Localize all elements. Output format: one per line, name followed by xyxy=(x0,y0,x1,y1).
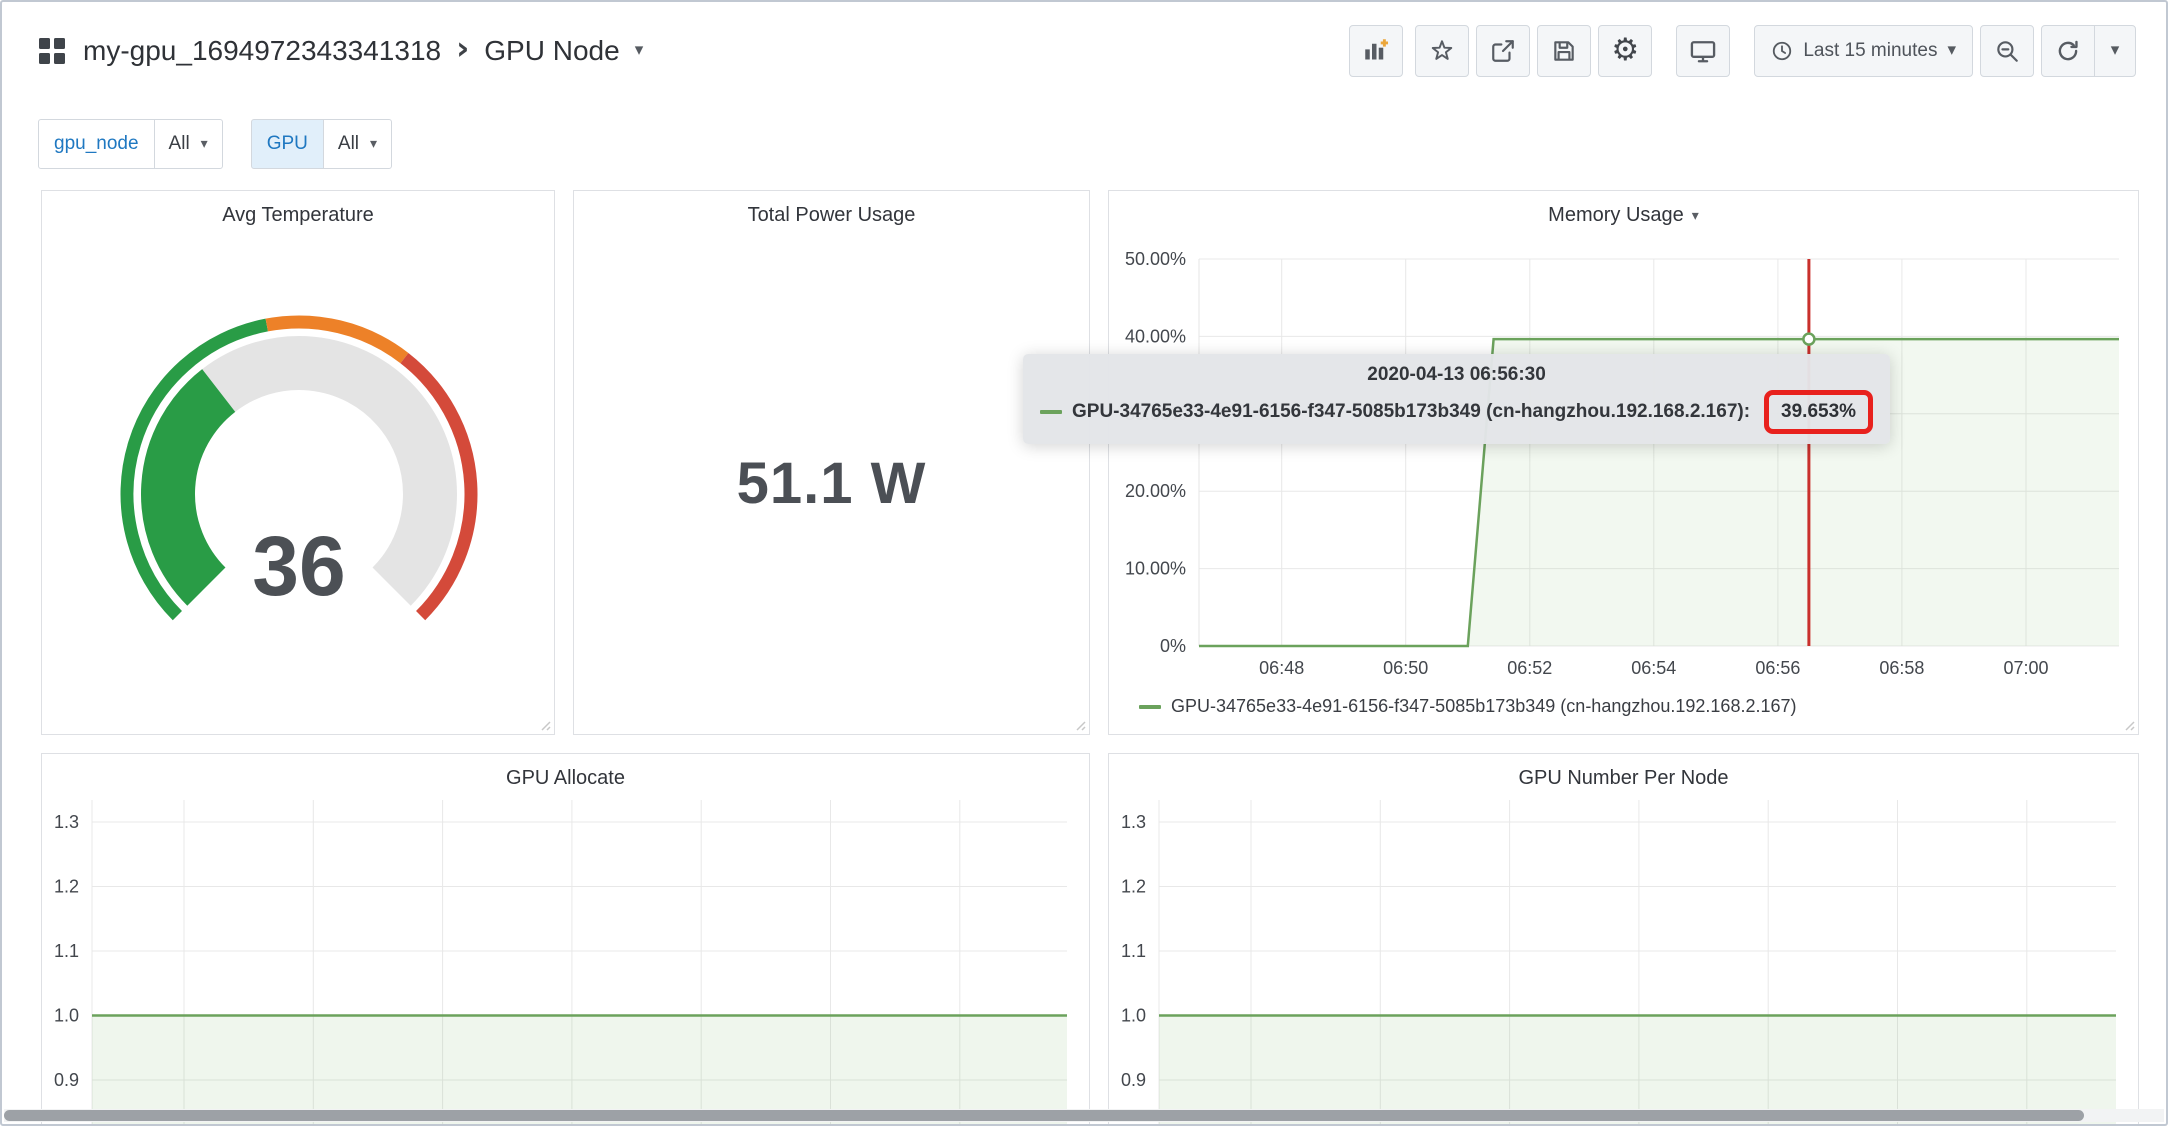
add-panel-icon xyxy=(1365,39,1388,60)
variable-label-gpu: GPU xyxy=(250,119,324,169)
svg-text:06:56: 06:56 xyxy=(1755,658,1800,678)
variable-gpu-node: gpu_node All ▾ xyxy=(38,119,223,169)
star-button[interactable] xyxy=(1415,24,1470,77)
monitor-icon xyxy=(1691,40,1716,62)
tv-mode-button[interactable] xyxy=(1676,24,1731,77)
panel-title-gpu-number-per-node[interactable]: GPU Number Per Node xyxy=(1109,767,2138,790)
svg-text:0.9: 0.9 xyxy=(1121,1070,1146,1090)
temperature-gauge: 36 xyxy=(120,315,478,621)
refresh-interval-dropdown[interactable]: ▾ xyxy=(2094,24,2136,77)
breadcrumb: my-gpu_1694972343341318 › GPU Node ▾ xyxy=(36,28,644,67)
highlight-annotation-box: 39.653% xyxy=(1764,390,1874,434)
time-range-label: Last 15 minutes xyxy=(1803,39,1938,61)
svg-text:1.0: 1.0 xyxy=(54,1006,79,1026)
dashboard-header: my-gpu_1694972343341318 › GPU Node ▾ ⚙ L… xyxy=(2,2,2166,99)
svg-text:1.1: 1.1 xyxy=(1121,941,1146,961)
variable-value-text: All xyxy=(337,133,360,154)
variable-value-gpu-dropdown[interactable]: All ▾ xyxy=(322,119,393,169)
svg-text:06:52: 06:52 xyxy=(1507,658,1552,678)
zoom-out-icon xyxy=(1997,40,2018,62)
apps-grid-icon[interactable] xyxy=(36,35,68,67)
settings-button[interactable]: ⚙ xyxy=(1598,24,1653,77)
svg-text:06:54: 06:54 xyxy=(1631,658,1676,678)
horizontal-scrollbar-thumb[interactable] xyxy=(4,1110,2084,1121)
breadcrumb-chevron-icon: › xyxy=(456,28,470,67)
star-icon xyxy=(1432,39,1453,60)
time-range-picker[interactable]: Last 15 minutes ▾ xyxy=(1754,24,1973,77)
svg-text:1.0: 1.0 xyxy=(1121,1006,1146,1026)
refresh-caret-icon: ▾ xyxy=(2110,40,2120,60)
caret-down-icon: ▾ xyxy=(200,136,208,152)
share-button[interactable] xyxy=(1476,24,1531,77)
template-variables-row: gpu_node All ▾ GPU All ▾ xyxy=(38,119,393,169)
page-dropdown-caret-icon[interactable]: ▾ xyxy=(635,42,644,59)
svg-text:1.3: 1.3 xyxy=(1121,812,1146,832)
memory-usage-chart[interactable]: 50.00%40.00%30.00%20.00%10.00%0%06:4806:… xyxy=(1109,191,2140,736)
breadcrumb-page-name[interactable]: GPU Node xyxy=(484,35,619,67)
caret-down-icon: ▾ xyxy=(370,136,378,152)
panel-gpu-number-per-node: GPU Number Per Node 1.3 1.2 1.1 1.0 0.9 xyxy=(1108,753,2140,1126)
svg-text:20.00%: 20.00% xyxy=(1125,481,1186,501)
power-value: 51.1 W xyxy=(736,451,927,516)
gpu-allocate-chart[interactable]: 1.3 1.2 1.1 1.0 0.9 xyxy=(42,754,1091,1126)
panel-avg-temperature: Avg Temperature 36 xyxy=(41,190,555,735)
gpu-number-per-node-chart[interactable]: 1.3 1.2 1.1 1.0 0.9 xyxy=(1109,754,2140,1126)
tooltip-value: 39.653% xyxy=(1781,401,1857,422)
panel-memory-usage: Memory Usage ▾ 50.00%40.00%30.00%20.00%1… xyxy=(1108,190,2139,735)
time-range-caret-icon: ▾ xyxy=(1947,40,1956,60)
svg-text:0.9: 0.9 xyxy=(54,1070,79,1090)
breadcrumb-dashboard-name[interactable]: my-gpu_1694972343341318 xyxy=(83,35,441,67)
tooltip-series-name: GPU-34765e33-4e91-6156-f347-5085b173b349… xyxy=(1072,401,1751,422)
add-panel-button[interactable] xyxy=(1349,24,1404,77)
svg-text:06:50: 06:50 xyxy=(1383,658,1428,678)
zoom-out-button[interactable] xyxy=(1980,24,2034,77)
panel-gpu-allocate: GPU Allocate 1.3 1.2 1.1 1.0 0.9 xyxy=(41,753,1091,1126)
panel-title-gpu-allocate[interactable]: GPU Allocate xyxy=(42,767,1089,790)
svg-text:06:58: 06:58 xyxy=(1879,658,1924,678)
panel-title-text: Memory Usage xyxy=(1548,204,1684,226)
refresh-icon xyxy=(2058,40,2078,60)
svg-text:1.1: 1.1 xyxy=(54,941,79,961)
svg-text:40.00%: 40.00% xyxy=(1125,326,1186,346)
save-icon xyxy=(1554,40,1575,61)
svg-text:50.00%: 50.00% xyxy=(1125,249,1186,269)
panel-resize-handle[interactable] xyxy=(536,716,552,732)
panel-title-total-power[interactable]: Total Power Usage xyxy=(574,204,1089,227)
memory-legend: GPU-34765e33-4e91-6156-f347-5085b173b349… xyxy=(1139,696,1797,717)
memory-tooltip: 2020-04-13 06:56:30 GPU-34765e33-4e91-61… xyxy=(1023,354,1891,444)
grafana-dashboard-page: my-gpu_1694972343341318 › GPU Node ▾ ⚙ L… xyxy=(0,0,2168,1126)
gear-icon: ⚙ xyxy=(1611,32,1640,68)
variable-gpu: GPU All ▾ xyxy=(250,119,393,169)
variable-value-gpu-node-dropdown[interactable]: All ▾ xyxy=(153,119,223,169)
series-dash-icon xyxy=(1139,704,1161,709)
svg-text:07:00: 07:00 xyxy=(2003,658,2048,678)
svg-text:10.00%: 10.00% xyxy=(1125,559,1186,579)
save-button[interactable] xyxy=(1537,24,1592,77)
svg-text:1.3: 1.3 xyxy=(54,812,79,832)
svg-text:0%: 0% xyxy=(1160,636,1186,656)
legend-series-name[interactable]: GPU-34765e33-4e91-6156-f347-5085b173b349… xyxy=(1171,696,1797,717)
share-icon xyxy=(1492,39,1515,62)
variable-value-text: All xyxy=(168,133,190,154)
panel-resize-handle[interactable] xyxy=(2120,716,2136,732)
refresh-button[interactable] xyxy=(2041,24,2095,77)
tooltip-series-dash-icon xyxy=(1040,410,1062,414)
svg-text:36: 36 xyxy=(252,519,345,613)
tooltip-timestamp: 2020-04-13 06:56:30 xyxy=(1367,364,1546,385)
clock-icon xyxy=(1773,41,1792,60)
svg-text:1.2: 1.2 xyxy=(1121,877,1146,897)
svg-text:1.2: 1.2 xyxy=(54,877,79,897)
svg-text:06:48: 06:48 xyxy=(1259,658,1304,678)
panel-resize-handle[interactable] xyxy=(1071,716,1087,732)
dashboard-toolbar: ⚙ Last 15 minutes ▾ ▾ xyxy=(1349,24,2136,77)
variable-label-gpu-node: gpu_node xyxy=(38,119,155,169)
panel-title-memory-usage[interactable]: Memory Usage ▾ xyxy=(1109,204,2138,227)
panel-title-avg-temperature[interactable]: Avg Temperature xyxy=(42,204,554,227)
panel-total-power-usage: Total Power Usage 51.1 W xyxy=(573,190,1090,735)
horizontal-scrollbar-track[interactable] xyxy=(4,1109,2164,1122)
panel-menu-caret-icon: ▾ xyxy=(1691,207,1699,224)
